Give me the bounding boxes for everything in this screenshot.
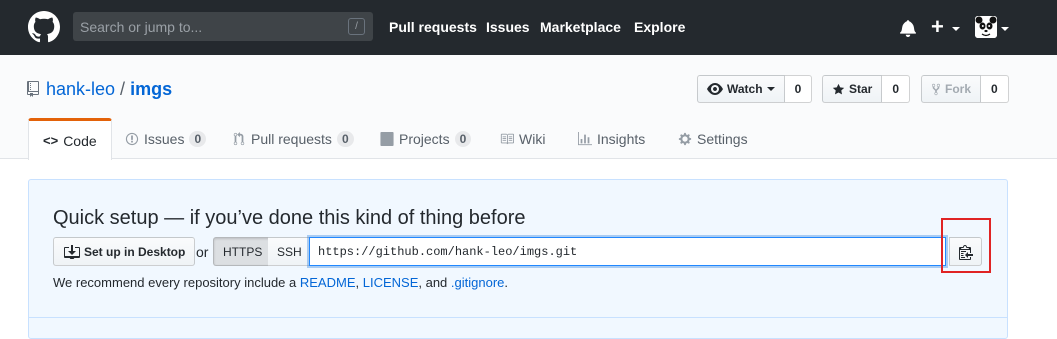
star-label: Star — [849, 82, 873, 96]
tab-code-label: Code — [63, 132, 97, 149]
star-count[interactable]: 0 — [882, 75, 911, 103]
fork-group: Fork 0 — [921, 75, 1009, 103]
tab-projects[interactable]: Projects 0 — [380, 118, 472, 160]
watch-button[interactable]: Watch — [697, 75, 785, 103]
fork-label: Fork — [945, 82, 972, 96]
watch-chevron-down-icon — [766, 87, 775, 91]
issue-icon — [125, 132, 139, 146]
recommend-and: , and — [418, 275, 451, 290]
ssh-label: SSH — [277, 244, 302, 259]
eye-icon — [707, 83, 723, 95]
code-icon: <> — [43, 133, 59, 148]
tab-projects-label: Projects — [399, 131, 450, 147]
repo-name-link[interactable]: imgs — [130, 79, 172, 99]
tab-issues[interactable]: Issues 0 — [125, 118, 207, 160]
repo-title: hank-leo / imgs — [46, 79, 172, 100]
nav-marketplace[interactable]: Marketplace — [540, 0, 621, 55]
tab-projects-counter: 0 — [454, 131, 472, 147]
search-box: / — [73, 12, 373, 41]
recommend-comma: , — [355, 275, 363, 290]
recommend-prefix: We recommend every repository include a — [53, 275, 300, 290]
fork-count[interactable]: 0 — [981, 75, 1009, 103]
watch-label: Watch — [727, 82, 763, 96]
setup-in-desktop-button[interactable]: Set up in Desktop — [53, 237, 196, 266]
github-logo-icon[interactable] — [28, 11, 60, 43]
repo-icon — [27, 81, 39, 97]
tab-wiki[interactable]: Wiki — [500, 118, 545, 160]
user-avatar[interactable] — [975, 16, 997, 38]
tab-pull-requests[interactable]: Pull requests 0 — [232, 118, 354, 160]
tab-settings[interactable]: Settings — [678, 118, 748, 160]
quick-setup-title: Quick setup — if you’ve done this kind o… — [53, 207, 526, 229]
user-menu-chevron-down-icon[interactable] — [1001, 27, 1009, 31]
tab-issues-label: Issues — [144, 131, 185, 147]
readme-link[interactable]: README — [300, 275, 356, 290]
watch-count[interactable]: 0 — [784, 75, 813, 103]
recommendation-text: We recommend every repository include a … — [53, 275, 508, 290]
create-new-plus-icon[interactable]: + — [931, 14, 944, 40]
project-icon — [380, 132, 394, 146]
star-group: Star 0 — [822, 75, 911, 103]
gear-icon — [678, 132, 692, 146]
repo-header: hank-leo / imgs Watch 0 Star 0 Fork 0 <>… — [0, 55, 1057, 160]
https-toggle-button[interactable]: HTTPS — [213, 237, 273, 266]
slash-shortcut-hint: / — [348, 18, 365, 35]
or-label: or — [196, 244, 209, 260]
section-divider — [29, 317, 1007, 318]
repo-owner-link[interactable]: hank-leo — [46, 79, 115, 99]
tab-settings-label: Settings — [697, 131, 748, 147]
graph-icon — [578, 132, 592, 146]
ssh-toggle-button[interactable]: SSH — [268, 237, 312, 266]
notifications-bell-icon[interactable] — [899, 19, 917, 37]
nav-explore[interactable]: Explore — [634, 0, 685, 55]
top-header: / Pull requests Issues Marketplace Explo… — [0, 0, 1057, 55]
tab-wiki-label: Wiki — [519, 131, 546, 147]
watch-group: Watch 0 — [697, 75, 813, 103]
pull-request-icon — [233, 132, 245, 146]
nav-issues[interactable]: Issues — [486, 0, 530, 55]
clone-url-input[interactable] — [309, 237, 946, 266]
annotation-highlight-box — [941, 218, 991, 273]
nav-pull-requests[interactable]: Pull requests — [389, 0, 477, 55]
https-label: HTTPS — [223, 244, 263, 259]
desktop-download-icon — [64, 244, 80, 259]
repo-title-separator: / — [120, 79, 126, 99]
panda-avatar-icon — [975, 16, 997, 38]
tab-pull-requests-label: Pull requests — [251, 131, 332, 147]
tab-code[interactable]: <> Code — [28, 118, 112, 160]
setup-in-desktop-label: Set up in Desktop — [84, 244, 186, 259]
tab-pull-requests-counter: 0 — [336, 131, 354, 147]
fork-icon — [931, 83, 941, 95]
quick-setup-panel: Quick setup — if you’ve done this kind o… — [28, 179, 1008, 339]
fork-button[interactable]: Fork — [921, 75, 982, 103]
tab-insights[interactable]: Insights — [578, 118, 645, 160]
recommend-period: . — [504, 275, 509, 290]
tab-insights-label: Insights — [597, 131, 646, 147]
star-button[interactable]: Star — [822, 75, 883, 103]
star-icon — [832, 83, 845, 94]
gitignore-link[interactable]: .gitignore — [451, 275, 504, 290]
create-new-chevron-down-icon[interactable] — [952, 27, 960, 31]
tab-issues-counter: 0 — [189, 131, 207, 147]
license-link[interactable]: LICENSE — [363, 275, 419, 290]
search-input[interactable] — [73, 12, 373, 41]
book-icon — [500, 133, 514, 145]
